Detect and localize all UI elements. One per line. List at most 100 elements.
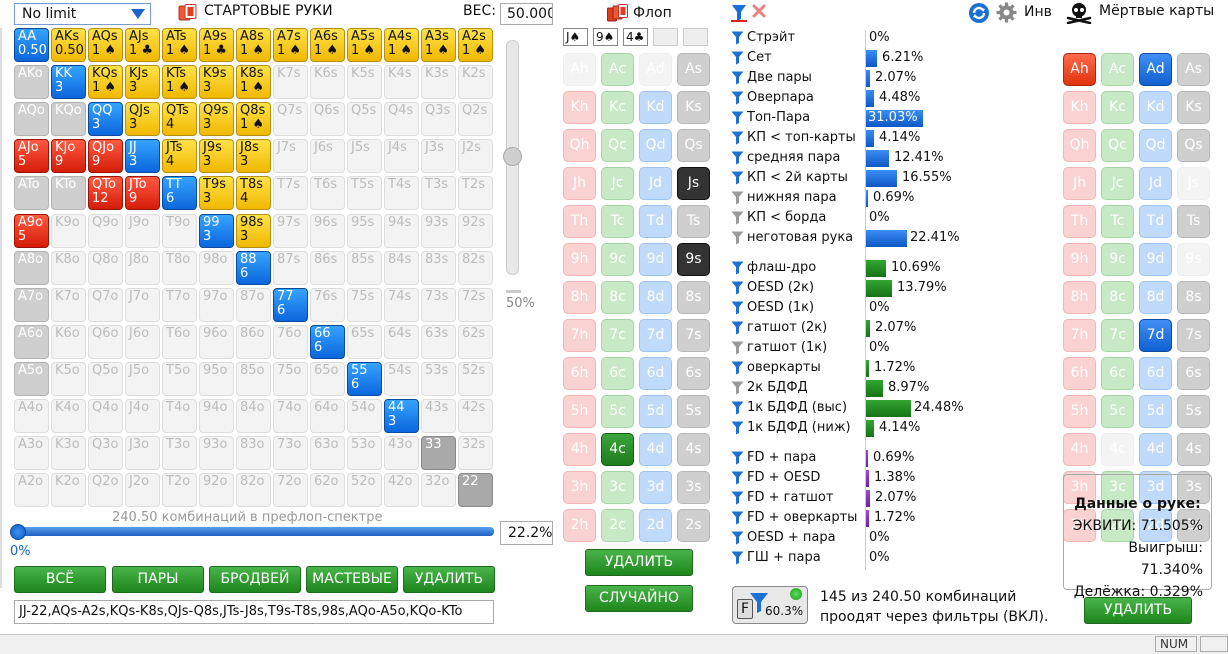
flop-deck-card[interactable]: 8h [563, 281, 596, 314]
delete-range-button[interactable]: УДАЛИТЬ [403, 566, 495, 593]
hand-cell[interactable]: K3s [421, 65, 456, 99]
hand-cell[interactable]: 75s [347, 288, 382, 322]
refresh-icon[interactable] [968, 2, 990, 24]
flop-deck-card[interactable]: 5d [639, 395, 672, 428]
hand-cell[interactable]: 73o [273, 436, 308, 470]
filter-funnel-icon[interactable] [731, 401, 744, 415]
flop-deck-card[interactable]: Jh [563, 167, 596, 200]
hand-cell[interactable]: 99 3 [199, 214, 234, 248]
flop-deck-card[interactable]: 6s [677, 357, 710, 390]
dead-deck-card[interactable]: 6s [1177, 357, 1210, 390]
filter-row[interactable]: OESD (2к) [731, 279, 861, 297]
dead-deck-card[interactable]: Qd [1139, 129, 1172, 162]
hand-cell[interactable]: TT 6 [162, 176, 197, 210]
dead-deck-card[interactable]: Td [1139, 205, 1172, 238]
hand-cell[interactable]: K9s 3 [199, 65, 234, 99]
filter-funnel-icon[interactable] [731, 321, 744, 335]
hand-cell[interactable]: T6o [162, 325, 197, 359]
hand-cell[interactable]: 86s [310, 251, 345, 285]
hand-cell[interactable]: A7o [14, 288, 49, 322]
hand-cell[interactable]: 94s [384, 214, 419, 248]
hand-cell[interactable]: A9o 5 [14, 214, 49, 248]
hand-cell[interactable]: J5s [347, 139, 382, 173]
hand-cell[interactable]: A4s 1 ♠ [384, 28, 419, 62]
dead-deck-card[interactable]: Ks [1177, 91, 1210, 124]
hand-cell[interactable]: 52o [347, 473, 382, 507]
dead-deck-card[interactable]: 5c [1101, 395, 1134, 428]
flop-deck-card[interactable]: 4s [677, 433, 710, 466]
hand-cell[interactable]: J6s [310, 139, 345, 173]
hand-cell[interactable]: 97s [273, 214, 308, 248]
hand-cell[interactable]: K2o [51, 473, 86, 507]
hand-cell[interactable]: 84s [384, 251, 419, 285]
flop-board-card[interactable]: J♠ [563, 28, 588, 46]
filter-row[interactable]: оверкарты [731, 359, 861, 377]
hand-cell[interactable]: KQo [51, 102, 86, 136]
dead-deck-card[interactable]: 8s [1177, 281, 1210, 314]
hand-cell[interactable]: 93o [199, 436, 234, 470]
hand-cell[interactable]: A5s 1 ♠ [347, 28, 382, 62]
hand-cell[interactable]: Q4o [88, 399, 123, 433]
filter-row[interactable]: Две пары [731, 69, 861, 87]
hand-cell[interactable]: Q4s [384, 102, 419, 136]
hand-cell[interactable]: K2s [458, 65, 493, 99]
hand-cell[interactable]: K8o [51, 251, 86, 285]
filter-row[interactable]: КП < топ-карты [731, 129, 861, 147]
flop-board-card[interactable]: 9♠ [593, 28, 618, 46]
hand-cell[interactable]: AQs 1 ♠ [88, 28, 123, 62]
hand-cell[interactable]: J6o [125, 325, 160, 359]
hand-cell[interactable]: 65o [310, 362, 345, 396]
hand-cell[interactable]: 77 6 [273, 288, 308, 322]
flop-deck-card[interactable]: Jd [639, 167, 672, 200]
hand-cell[interactable]: 72s [458, 288, 493, 322]
hand-cell[interactable]: T9o [162, 214, 197, 248]
hand-cell[interactable]: 94o [199, 399, 234, 433]
clear-filters-icon[interactable] [751, 3, 767, 19]
dead-deck-card[interactable]: Jh [1063, 167, 1096, 200]
hand-cell[interactable]: 76o [273, 325, 308, 359]
dead-deck-card[interactable]: Kd [1139, 91, 1172, 124]
dead-deck-card[interactable]: Qs [1177, 129, 1210, 162]
filter-funnel-icon[interactable] [731, 531, 744, 545]
hand-cell[interactable]: 87o [236, 288, 271, 322]
filter-row[interactable]: 1к БДФД (ниж) [731, 419, 861, 437]
hand-cell[interactable]: Q8o [88, 251, 123, 285]
hand-cell[interactable]: A8o [14, 251, 49, 285]
broadway-button[interactable]: БРОДВЕЙ [209, 566, 301, 593]
flop-deck-card[interactable]: Js [677, 167, 710, 200]
filter-row[interactable]: Сет [731, 49, 861, 67]
filter-funnel-icon[interactable] [731, 71, 744, 85]
range-percent-input[interactable]: 22.2% [500, 521, 553, 545]
filter-row[interactable]: Стрэйт [731, 29, 861, 47]
hand-cell[interactable]: J4s [384, 139, 419, 173]
hand-cell[interactable]: J8s 3 [236, 139, 271, 173]
filter-funnel-icon[interactable] [731, 551, 744, 565]
hand-cell[interactable]: A5o [14, 362, 49, 396]
flop-deck-card[interactable]: 7h [563, 319, 596, 352]
hand-cell[interactable]: 96o [199, 325, 234, 359]
hand-cell[interactable]: T7o [162, 288, 197, 322]
hand-cell[interactable]: K4o [51, 399, 86, 433]
flop-deck-card[interactable]: 5s [677, 395, 710, 428]
flop-deck-card[interactable]: 8d [639, 281, 672, 314]
hand-cell[interactable]: KTs 1 ♠ [162, 65, 197, 99]
hand-cell[interactable]: 66 6 [310, 325, 345, 359]
filter-row[interactable]: OESD (1к) [731, 299, 861, 317]
dead-deck-card[interactable]: 7h [1063, 319, 1096, 352]
hand-cell[interactable]: QJo 9 [88, 139, 123, 173]
hand-cell[interactable]: J3s [421, 139, 456, 173]
hand-cell[interactable]: JTo 9 [125, 176, 160, 210]
hand-cell[interactable]: 54o [347, 399, 382, 433]
flop-deck-card[interactable]: 9s [677, 243, 710, 276]
hand-cell[interactable]: AA 0.50 [14, 28, 49, 62]
hand-cell[interactable]: 73s [421, 288, 456, 322]
dead-deck-card[interactable]: Tc [1101, 205, 1134, 238]
filter-funnel-icon[interactable] [731, 341, 744, 355]
dead-deck-card[interactable]: 4d [1139, 433, 1172, 466]
filter-funnel-icon[interactable] [731, 451, 744, 465]
hand-cell[interactable]: 62s [458, 325, 493, 359]
flop-deck-card[interactable]: Kh [563, 91, 596, 124]
pairs-button[interactable]: ПАРЫ [112, 566, 204, 593]
dead-deck-card[interactable]: 7c [1101, 319, 1134, 352]
funnel-icon[interactable] [731, 4, 747, 22]
